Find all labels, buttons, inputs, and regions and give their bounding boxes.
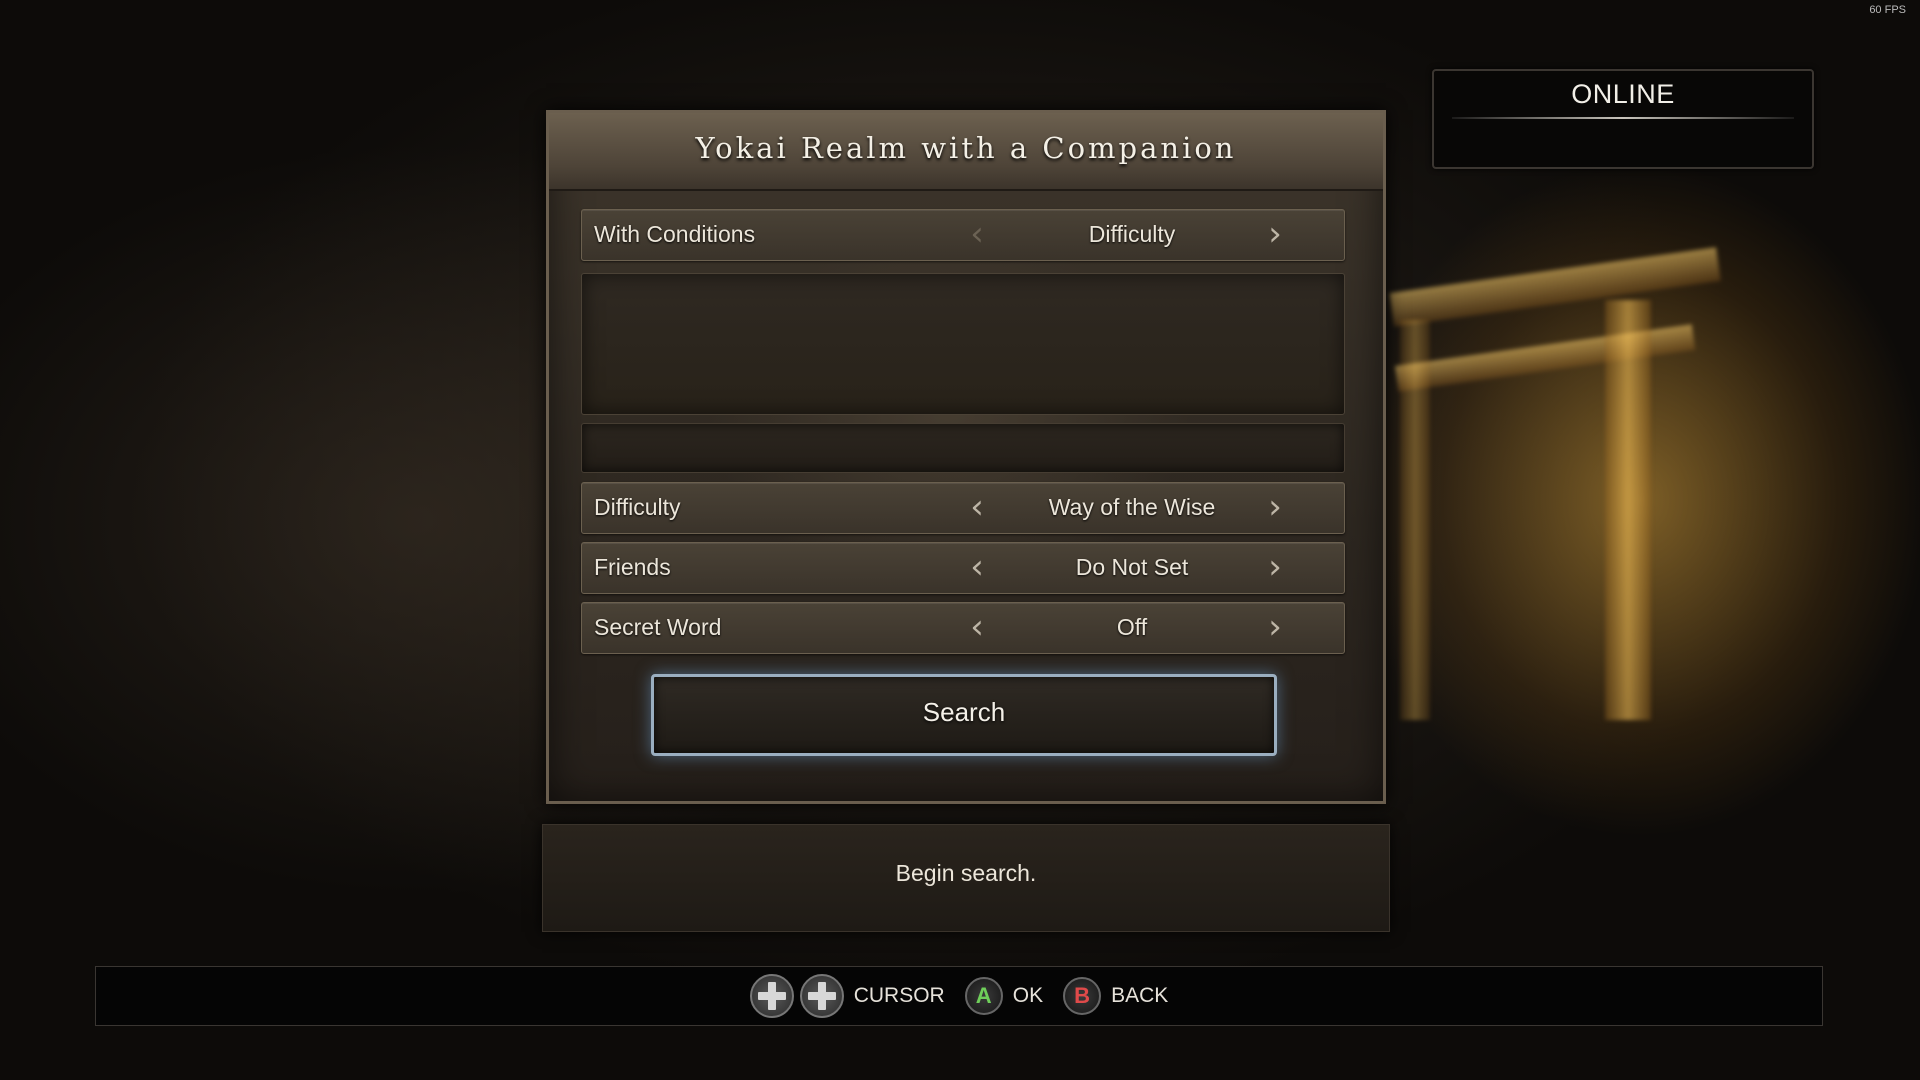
search-button-label: Search — [922, 697, 1006, 727]
dpad-icon — [799, 974, 844, 1018]
online-status-title: ONLINE — [1571, 79, 1675, 109]
online-divider — [1452, 117, 1794, 119]
chevron-right-icon[interactable]: › — [1260, 609, 1290, 645]
option-label: Difficulty — [594, 494, 681, 520]
panel-header: Yokai Realm with a Companion — [549, 113, 1383, 191]
chevron-left-icon[interactable]: ‹ — [962, 549, 992, 585]
controls-footer: CURSOR A OK B BACK — [95, 966, 1823, 1026]
back-hint-label: BACK — [1111, 984, 1169, 1007]
option-value: Off — [1116, 614, 1148, 640]
cursor-hint-label: CURSOR — [853, 984, 945, 1007]
option-row-difficulty[interactable]: Difficulty ‹ Way of the Wise › — [581, 482, 1345, 534]
conditions-list-area — [581, 273, 1345, 415]
option-label: Secret Word — [594, 614, 722, 640]
ok-hint-label: OK — [1012, 984, 1044, 1007]
a-button-icon: A — [964, 977, 1003, 1015]
online-status-panel: ONLINE — [1432, 69, 1814, 169]
dpad-icon — [749, 974, 794, 1018]
chevron-left-icon[interactable]: ‹ — [962, 489, 992, 525]
option-row-friends[interactable]: Friends ‹ Do Not Set › — [581, 542, 1345, 594]
b-button-icon: B — [1063, 977, 1102, 1015]
chevron-left-icon[interactable]: ‹ — [962, 609, 992, 645]
option-value: Difficulty — [1088, 221, 1176, 247]
panel-title: Yokai Realm with a Companion — [695, 131, 1237, 165]
conditions-empty-slot — [581, 423, 1345, 473]
description-text: Begin search. — [895, 860, 1037, 886]
option-row-with-conditions[interactable]: With Conditions ‹ Difficulty › — [581, 209, 1345, 261]
option-label: With Conditions — [594, 221, 756, 247]
chevron-right-icon[interactable]: › — [1260, 216, 1290, 252]
description-box: Begin search. — [542, 824, 1390, 932]
chevron-right-icon[interactable]: › — [1260, 549, 1290, 585]
fps-counter: 60 FPS — [1869, 4, 1906, 16]
option-row-secret-word[interactable]: Secret Word ‹ Off › — [581, 602, 1345, 654]
chevron-right-icon[interactable]: › — [1260, 489, 1290, 525]
option-label: Friends — [594, 554, 671, 580]
option-value: Do Not Set — [1075, 554, 1189, 580]
search-button[interactable]: Search — [651, 674, 1277, 756]
matchmaking-panel: Yokai Realm with a Companion With Condit… — [546, 110, 1386, 804]
chevron-left-icon[interactable]: ‹ — [962, 216, 992, 252]
option-value: Way of the Wise — [1048, 494, 1216, 520]
